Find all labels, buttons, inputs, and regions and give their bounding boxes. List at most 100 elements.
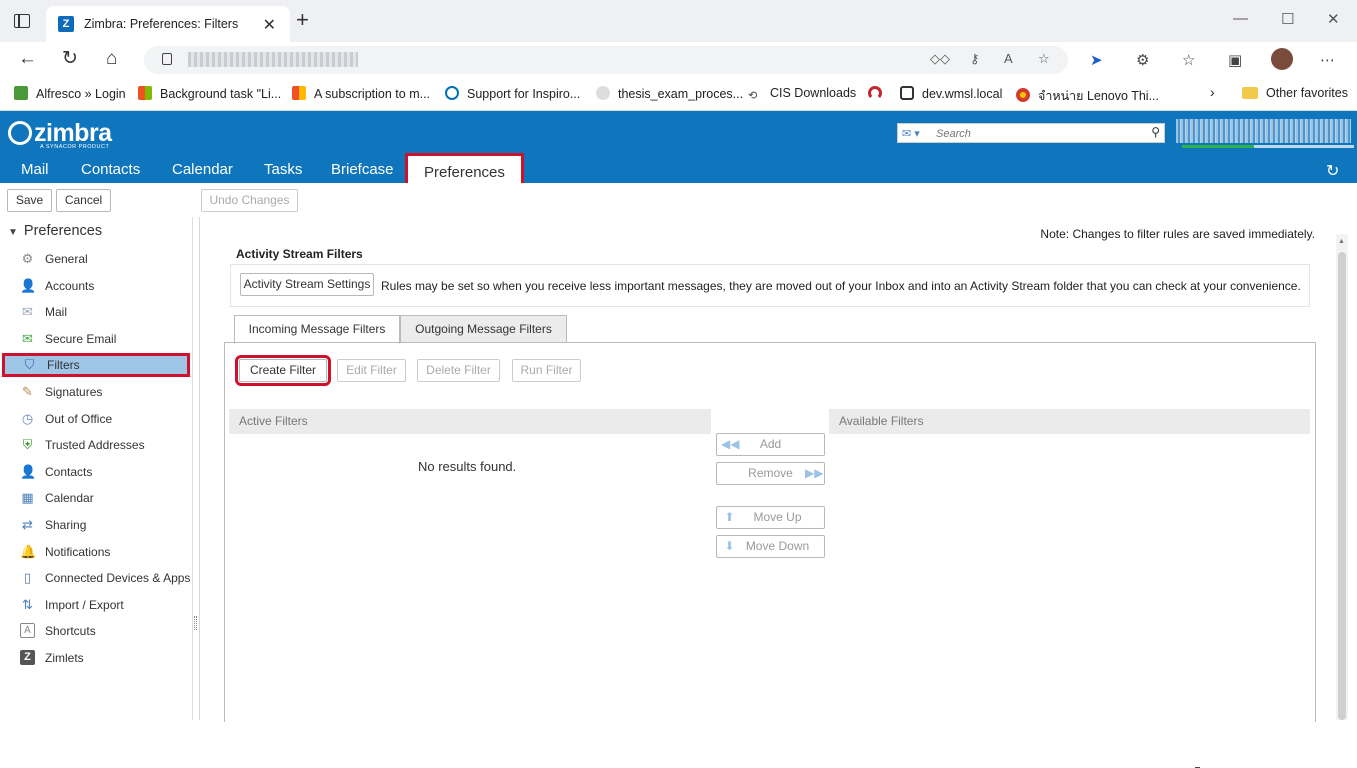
shield-icon: ⛨ xyxy=(22,437,33,453)
close-window-icon[interactable]: ✕ xyxy=(1327,10,1340,28)
preferences-toolbar: Save Cancel Undo Changes xyxy=(0,183,1357,217)
bookmark-item[interactable]: A subscription to m... xyxy=(292,86,430,101)
save-button[interactable]: Save xyxy=(7,189,52,212)
back-icon[interactable]: ← xyxy=(18,49,37,69)
search-box: ✉ ▾ ⚲ xyxy=(897,123,1165,143)
sidebar-item-sharing[interactable]: ⇄ Sharing xyxy=(0,513,191,537)
sidebar-item-label: Accounts xyxy=(45,278,95,293)
bookmark-item[interactable]: ⟲ CIS Downloads xyxy=(748,86,856,103)
bookmark-item[interactable]: จำหน่าย Lenovo Thi... xyxy=(1016,86,1159,106)
tab-outgoing-message-filters[interactable]: Outgoing Message Filters xyxy=(400,315,567,343)
cancel-button[interactable]: Cancel xyxy=(56,189,111,212)
favorites-icon[interactable]: ☆ xyxy=(1182,51,1195,69)
sidebar-item-contacts[interactable]: 👤 Contacts xyxy=(0,460,191,484)
home-icon[interactable]: ⌂ xyxy=(106,49,117,69)
tab-incoming-message-filters[interactable]: Incoming Message Filters xyxy=(234,315,400,344)
scroll-thumb[interactable] xyxy=(1338,252,1346,720)
sidebar-item-label: Trusted Addresses xyxy=(45,438,145,453)
sidebar-item-shortcuts[interactable]: A Shortcuts xyxy=(0,619,191,643)
run-filter-button[interactable]: Run Filter xyxy=(512,359,581,382)
app-tab-briefcase[interactable]: Briefcase xyxy=(331,161,394,178)
browser-tab[interactable]: Z Zimbra: Preferences: Filters ✕ xyxy=(46,6,290,42)
key-icon[interactable]: ⚷ xyxy=(970,51,980,67)
bookmark-item[interactable]: dev.wmsl.local xyxy=(900,86,1002,101)
remove-filter-button[interactable]: Remove ▶▶ xyxy=(716,462,825,485)
more-menu-icon[interactable]: ⋯ xyxy=(1320,51,1335,69)
favorite-star-icon[interactable]: ☆ xyxy=(1038,51,1050,67)
other-favorites[interactable]: Other favorites xyxy=(1242,86,1348,100)
tab-actions-icon[interactable] xyxy=(14,14,30,28)
bookmark-item[interactable]: Background task "Li... xyxy=(138,86,281,101)
delete-filter-button[interactable]: Delete Filter xyxy=(417,359,500,382)
app-tab-tasks[interactable]: Tasks xyxy=(264,161,302,178)
search-icon[interactable]: ⚲ xyxy=(1151,125,1160,139)
sidebar-item-connected-devices-apps[interactable]: ▯ Connected Devices & Apps xyxy=(0,566,191,590)
user-account-name-redacted[interactable] xyxy=(1176,119,1351,143)
available-filters-header: Available Filters xyxy=(829,409,1310,434)
bookmark-item[interactable] xyxy=(868,86,890,101)
app-tab-calendar[interactable]: Calendar xyxy=(172,161,233,178)
close-tab-icon[interactable]: ✕ xyxy=(263,15,276,35)
sidebar-item-import-export[interactable]: ⇅ Import / Export xyxy=(0,593,191,617)
collapse-arrow-icon[interactable]: ▼ xyxy=(8,227,18,238)
bookmarks-overflow-chevron-icon[interactable]: › xyxy=(1210,84,1215,100)
sidebar-item-out-of-office[interactable]: ◷ Out of Office xyxy=(0,407,191,431)
extensions-icon[interactable]: ⚙ xyxy=(1136,51,1149,69)
sidebar-item-general[interactable]: ⚙ General xyxy=(0,247,191,271)
sidebar-item-secure-email[interactable]: ✉ Secure Email xyxy=(0,327,191,351)
sidebar-item-trusted-addresses[interactable]: ⛨ Trusted Addresses xyxy=(0,433,191,457)
bookmark-item[interactable]: Support for Inspiro... xyxy=(445,86,580,101)
read-mode-icon[interactable]: ◇◇ xyxy=(930,51,950,67)
app-tab-preferences[interactable]: Preferences xyxy=(405,153,524,186)
sidebar-item-calendar[interactable]: ▦ Calendar xyxy=(0,486,191,510)
edit-filter-button[interactable]: Edit Filter xyxy=(337,359,406,382)
sidebar-item-label: Import / Export xyxy=(45,597,124,612)
scroll-up-arrow-icon[interactable]: ▲ xyxy=(1338,238,1345,245)
create-filter-button[interactable]: Create Filter xyxy=(235,355,331,386)
sidebar-item-notifications[interactable]: 🔔 Notifications xyxy=(0,540,191,564)
copilot-icon[interactable]: ➤ xyxy=(1090,51,1103,69)
lock-icon[interactable] xyxy=(162,53,172,65)
minimize-icon[interactable]: — xyxy=(1233,10,1248,27)
app-tab-mail[interactable]: Mail xyxy=(21,161,49,178)
bookmark-item[interactable]: Alfresco » Login xyxy=(14,86,126,101)
read-aloud-icon[interactable]: A xyxy=(1004,51,1013,66)
app-tab-contacts[interactable]: Contacts xyxy=(81,161,140,178)
collections-icon[interactable]: ▣ xyxy=(1228,51,1242,69)
url-text-redacted xyxy=(188,52,358,67)
bookmark-favicon-icon xyxy=(596,86,610,100)
up-arrow-icon: ⬆ xyxy=(724,510,735,524)
sharing-icon: ⇄ xyxy=(22,517,33,532)
refresh-icon[interactable]: ↻ xyxy=(1326,161,1339,181)
new-tab-icon[interactable]: + xyxy=(296,9,309,31)
sidebar-item-signatures[interactable]: ✎ Signatures xyxy=(0,380,191,404)
bookmark-favicon-icon xyxy=(138,86,152,100)
search-type-dropdown[interactable]: ✉ ▾ xyxy=(902,127,920,140)
sidebar-item-label: Connected Devices & Apps xyxy=(45,571,191,586)
sidebar-item-accounts[interactable]: 👤 Accounts xyxy=(0,274,191,298)
preferences-tree-header[interactable]: ▼ Preferences xyxy=(8,223,102,239)
bookmark-item[interactable]: thesis_exam_proces... xyxy=(596,86,743,101)
zimbra-favicon-icon: Z xyxy=(58,16,74,32)
maximize-icon[interactable]: ☐ xyxy=(1281,10,1294,28)
profile-avatar[interactable] xyxy=(1271,48,1293,70)
move-up-button[interactable]: ⬆ Move Up xyxy=(716,506,825,529)
move-down-button[interactable]: ⬇ Move Down xyxy=(716,535,825,558)
activity-stream-settings-button[interactable]: Activity Stream Settings xyxy=(240,273,374,296)
refresh-icon[interactable]: ↻ xyxy=(62,49,78,69)
add-filter-button[interactable]: ◀◀ Add xyxy=(716,433,825,456)
url-field[interactable]: ◇◇ ⚷ A ☆ xyxy=(144,46,1068,74)
bookmarks-bar: Alfresco » Login Background task "Li... … xyxy=(0,78,1357,111)
splitter-grip-icon[interactable] xyxy=(194,616,197,630)
filter-icon: ⛉ xyxy=(24,357,35,373)
main-scrollbar[interactable]: ▲ xyxy=(1336,234,1348,720)
incoming-filters-panel: Create Filter Edit Filter Delete Filter … xyxy=(224,342,1316,768)
calendar-icon: ▦ xyxy=(21,490,34,506)
undo-changes-button[interactable]: Undo Changes xyxy=(201,189,298,212)
search-input[interactable] xyxy=(936,126,1144,141)
sidebar-item-zimlets[interactable]: Z Zimlets xyxy=(0,646,191,670)
zimbra-logo-icon xyxy=(8,121,32,145)
sidebar-item-mail[interactable]: ✉ Mail xyxy=(0,300,191,324)
sidebar-item-filters[interactable]: ⛉ Filters xyxy=(2,353,190,378)
quota-bar-fill xyxy=(1182,145,1255,148)
